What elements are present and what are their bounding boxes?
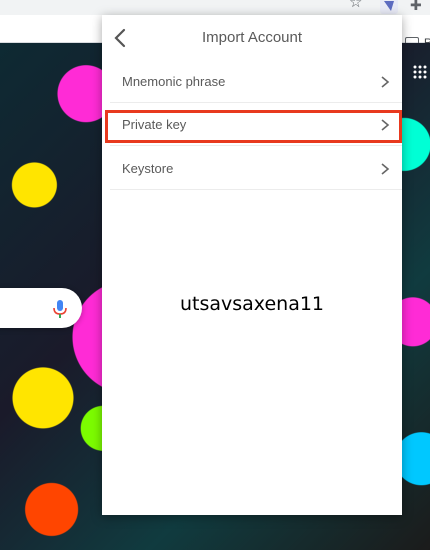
chevron-right-icon (381, 163, 390, 175)
browser-toolbar: ☆ ✚ (0, 0, 430, 15)
chevron-right-icon (381, 119, 390, 131)
import-account-popup: Import Account Mnemonic phrase Private k… (102, 15, 402, 515)
wallet-extension-icon[interactable] (380, 0, 398, 14)
menu-item-label: Keystore (122, 161, 174, 176)
extensions-puzzle-icon[interactable]: ✚ (410, 0, 422, 13)
popup-header: Import Account (102, 15, 402, 61)
page-title: Import Account (201, 29, 303, 46)
mnemonic-phrase-option[interactable]: Mnemonic phrase (110, 61, 402, 103)
chevron-right-icon (381, 76, 390, 88)
menu-item-label: Mnemonic phrase (122, 74, 226, 89)
keystore-option[interactable]: Keystore (110, 148, 402, 190)
star-icon[interactable]: ☆ (349, 0, 362, 11)
google-apps-icon[interactable] (412, 64, 428, 80)
menu-item-label: Private key (122, 117, 187, 132)
private-key-option[interactable]: Private key (110, 104, 402, 146)
microphone-icon[interactable] (50, 298, 70, 320)
watermark-text: utsavsaxena11 (179, 293, 325, 315)
